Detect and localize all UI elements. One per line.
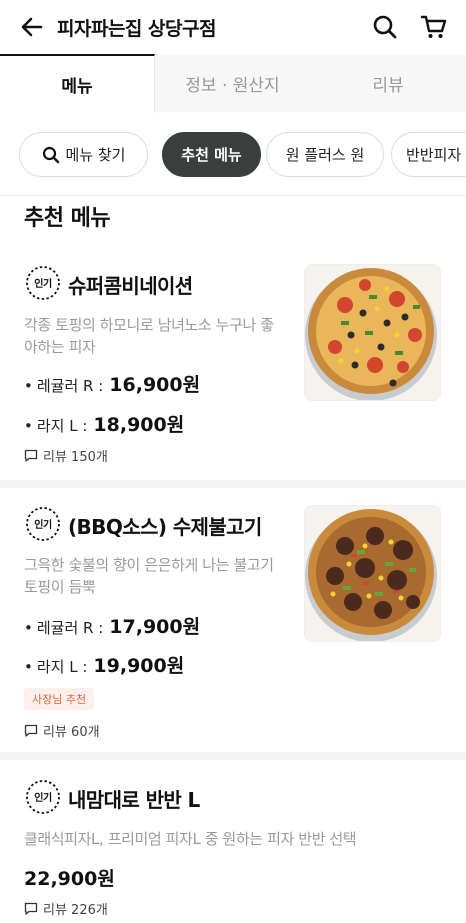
comment-icon (24, 449, 38, 462)
chip-recommended[interactable]: 추천 메뉴 (162, 132, 261, 177)
app-header: 피자파는집 상당구점 (0, 0, 466, 54)
tab-review[interactable]: 리뷰 (310, 54, 466, 112)
divider (0, 752, 466, 760)
menu-item[interactable]: 인기 슈퍼콤비네이션 각종 토핑의 하모니로 남녀노소 누구나 좋아하는 피자 … (0, 248, 466, 480)
popular-badge: 인기 (24, 778, 62, 816)
item-name: 내맘대로 반반 L (68, 788, 200, 812)
item-name: 슈퍼콤비네이션 (68, 274, 193, 298)
arrow-left-icon (21, 17, 43, 37)
price-large: • 라지 L :18,900원 (24, 414, 185, 436)
price-regular: • 레귤러 R :16,900원 (24, 374, 201, 396)
search-icon (42, 146, 59, 163)
cart-icon (420, 15, 447, 38)
divider (0, 480, 466, 488)
popular-badge: 인기 (24, 505, 62, 543)
item-description: 그윽한 숯불의 향이 은은하게 나는 불고기 토핑이 듬뿍 (24, 556, 274, 596)
menu-search-label: 메뉴 찾기 (65, 146, 126, 164)
tab-info[interactable]: 정보 · 원산지 (155, 54, 310, 112)
item-description: 클래식피자L, 프리미엄 피자L 중 원하는 피자 반반 선택 (24, 830, 357, 848)
item-price: 22,900원 (24, 868, 115, 890)
review-count: 리뷰 60개 (24, 721, 100, 740)
category-chips: 메뉴 찾기 추천 메뉴 원 플러스 원 반반피자 (0, 112, 466, 196)
page-title: 피자파는집 상당구점 (57, 18, 216, 40)
menu-item[interactable]: 인기 내맘대로 반반 L 클래식피자L, 프리미엄 피자L 중 원하는 피자 반… (0, 760, 466, 923)
item-description: 각종 토핑의 하모니로 남녀노소 누구나 좋아하는 피자 (24, 316, 274, 356)
search-button[interactable] (371, 13, 399, 41)
chip-one-plus-one[interactable]: 원 플러스 원 (266, 132, 384, 177)
price-regular: • 레귤러 R :17,900원 (24, 616, 201, 638)
comment-icon (24, 724, 38, 737)
item-name: (BBQ소스) 수제불고기 (68, 515, 262, 539)
owner-recommend-badge: 사장님 추천 (24, 688, 95, 710)
cart-button[interactable] (420, 13, 448, 41)
menu-search-chip[interactable]: 메뉴 찾기 (19, 132, 148, 177)
review-count: 리뷰 150개 (24, 446, 108, 465)
popular-badge: 인기 (24, 264, 62, 302)
price-large: • 라지 L :19,900원 (24, 655, 185, 677)
pizza-image-super-combination (304, 264, 441, 401)
tab-bar: 메뉴 정보 · 원산지 리뷰 (0, 54, 466, 113)
tab-menu[interactable]: 메뉴 (0, 54, 155, 113)
section-title: 추천 메뉴 (24, 206, 111, 231)
comment-icon (24, 902, 38, 915)
review-count: 리뷰 226개 (24, 899, 108, 918)
search-icon (373, 15, 397, 39)
chip-half-half[interactable]: 반반피자 (391, 132, 466, 177)
back-button[interactable] (18, 13, 46, 41)
pizza-image-bulgogi (304, 505, 441, 642)
menu-item[interactable]: 인기 (BBQ소스) 수제불고기 그윽한 숯불의 향이 은은하게 나는 불고기 … (0, 488, 466, 752)
